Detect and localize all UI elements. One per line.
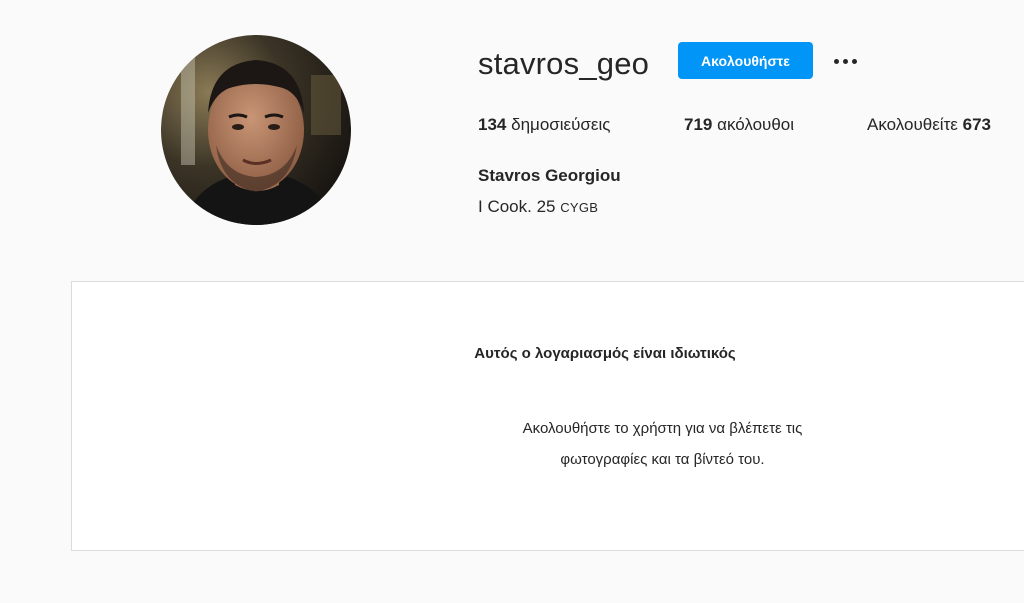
dot [833,58,839,64]
bio-text: I Cook. 25 [478,197,561,216]
profile-username: stavros_geo [478,46,650,81]
follow-button[interactable]: Ακολουθήστε [678,42,813,79]
avatar-photo [161,35,351,225]
followers-label: ακόλουθοι [717,115,795,134]
profile-full-name: Stavros Georgiou [478,166,621,185]
dot [851,58,857,64]
following-label: Ακολουθείτε [867,115,958,134]
posts-stat: 134 δημοσιεύσεις [478,114,610,136]
followers-stat[interactable]: 719 ακόλουθοι [684,114,794,136]
profile-avatar[interactable] [161,35,351,225]
private-account-title: Αυτός ο λογαριασμός είναι ιδιωτικός [474,345,736,362]
bio-tag: CYGB [560,200,599,215]
followers-count: 719 [684,115,713,134]
more-options-icon[interactable] [828,48,862,74]
private-account-description: Ακολουθήστε το χρήστη για να βλέπετε τις… [522,420,803,468]
posts-label: δημοσιεύσεις [511,115,611,134]
posts-count: 134 [478,115,507,134]
profile-bio: I Cook. 25 CYGB [478,196,598,219]
dot [842,58,848,64]
following-count: 673 [962,115,991,134]
following-stat[interactable]: Ακολουθείτε 673 [867,114,991,136]
